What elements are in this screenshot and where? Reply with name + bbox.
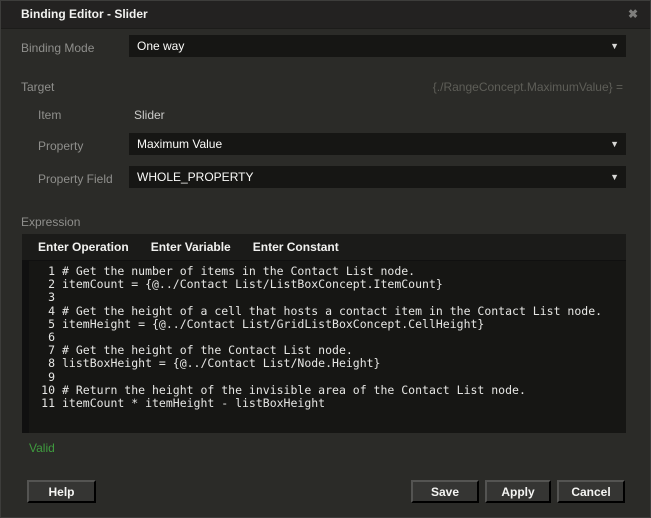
chevron-down-icon: ▼: [610, 42, 619, 51]
enter-constant-button[interactable]: Enter Constant: [242, 235, 350, 259]
apply-button[interactable]: Apply: [485, 480, 551, 503]
expression-toolbar: Enter Operation Enter Variable Enter Con…: [22, 234, 626, 260]
line-number: 7: [22, 344, 62, 357]
code-line: 2 itemCount = {@../Contact List/ListBoxC…: [22, 278, 626, 291]
line-text: itemCount * itemHeight - listBoxHeight: [62, 397, 325, 410]
property-dropdown[interactable]: Maximum Value ▼: [129, 133, 626, 155]
property-field-label: Property Field: [38, 172, 113, 186]
expression-panel: Enter Operation Enter Variable Enter Con…: [22, 234, 626, 433]
chevron-down-icon: ▼: [610, 140, 619, 149]
enter-variable-button[interactable]: Enter Variable: [140, 235, 242, 259]
target-section-label: Target: [21, 80, 54, 94]
line-text: # Get the height of a cell that hosts a …: [62, 305, 602, 318]
code-line: 5 itemHeight = {@../Contact List/GridLis…: [22, 318, 626, 331]
code-line: 9: [22, 371, 626, 384]
property-value: Maximum Value: [137, 137, 222, 151]
line-text: itemCount = {@../Contact List/ListBoxCon…: [62, 278, 443, 291]
line-text: listBoxHeight = {@../Contact List/Node.H…: [62, 357, 381, 370]
binding-mode-value: One way: [137, 39, 184, 53]
code-line: 10 # Return the height of the invisible …: [22, 384, 626, 397]
chevron-down-icon: ▼: [610, 173, 619, 182]
save-button[interactable]: Save: [411, 480, 479, 503]
line-number: 10: [22, 384, 62, 397]
property-field-value: WHOLE_PROPERTY: [137, 170, 253, 184]
binding-mode-dropdown[interactable]: One way ▼: [129, 35, 626, 57]
item-label: Item: [38, 108, 61, 122]
line-number: 9: [22, 371, 62, 384]
binding-editor-dialog: Binding Editor - Slider ✖ Binding Mode O…: [0, 0, 651, 518]
code-line: 3: [22, 291, 626, 304]
title-bar: Binding Editor - Slider ✖: [1, 1, 650, 29]
line-text: itemHeight = {@../Contact List/GridListB…: [62, 318, 484, 331]
line-number: 6: [22, 331, 62, 344]
help-button[interactable]: Help: [27, 480, 96, 503]
line-number: 2: [22, 278, 62, 291]
property-label: Property: [38, 139, 83, 153]
line-number: 4: [22, 305, 62, 318]
property-field-dropdown[interactable]: WHOLE_PROPERTY ▼: [129, 166, 626, 188]
line-number: 11: [22, 397, 62, 410]
expression-code-editor[interactable]: 1 # Get the number of items in the Conta…: [22, 260, 626, 433]
enter-operation-button[interactable]: Enter Operation: [27, 235, 140, 259]
line-number: 5: [22, 318, 62, 331]
validation-status: Valid: [29, 441, 55, 455]
line-text: # Return the height of the invisible are…: [62, 384, 526, 397]
dialog-title: Binding Editor - Slider: [21, 7, 148, 21]
cancel-button[interactable]: Cancel: [557, 480, 625, 503]
line-number: 3: [22, 291, 62, 304]
line-number: 1: [22, 265, 62, 278]
target-expression-preview: {./RangeConcept.MaximumValue} =: [433, 80, 623, 94]
close-icon[interactable]: ✖: [625, 6, 641, 22]
code-line: 8 listBoxHeight = {@../Contact List/Node…: [22, 357, 626, 370]
item-value: Slider: [134, 108, 165, 122]
code-line: 11 itemCount * itemHeight - listBoxHeigh…: [22, 397, 626, 410]
line-number: 8: [22, 357, 62, 370]
binding-mode-label: Binding Mode: [21, 41, 94, 55]
expression-section-label: Expression: [21, 215, 80, 229]
code-line: 4 # Get the height of a cell that hosts …: [22, 305, 626, 318]
